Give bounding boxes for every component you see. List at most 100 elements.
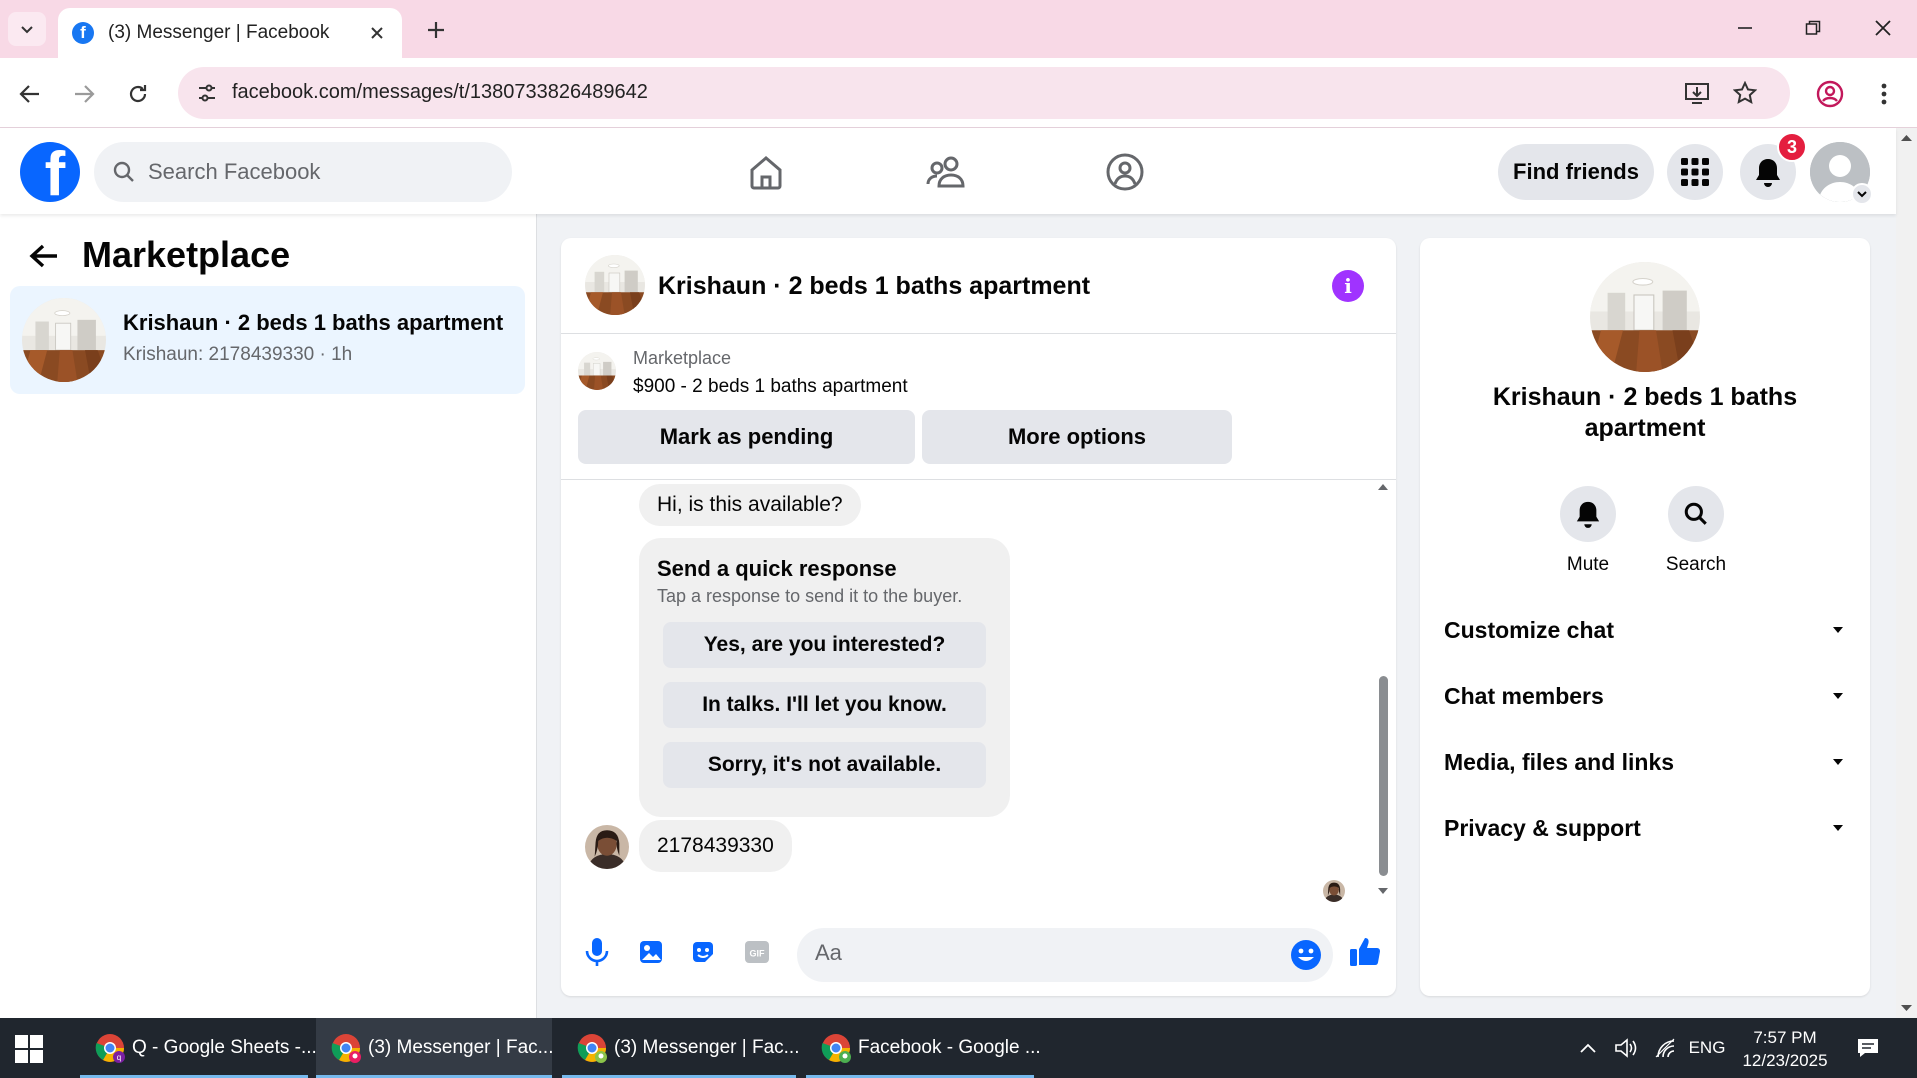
taskbar-item-label: (3) Messenger | Fac... [368,1037,554,1058]
conversation-snippet: Krishaun: 2178439330 · 1h [123,344,353,365]
page-scrollbar[interactable] [1896,128,1917,1018]
close-window-button[interactable] [1855,10,1911,46]
system-clock[interactable]: 7:57 PM 12/23/2025 [1730,1026,1840,1072]
url-text: facebook.com/messages/t/1380733826489642 [232,81,648,103]
message-bubble: Hi, is this available? [639,484,861,526]
address-bar[interactable]: facebook.com/messages/t/1380733826489642 [178,67,1790,119]
mute-button[interactable]: Mute [1548,486,1628,576]
quick-response-button[interactable]: Sorry, it's not available. [663,742,986,788]
bookmark-button[interactable] [1730,78,1760,108]
restore-button[interactable] [1785,10,1841,46]
browser-toolbar: facebook.com/messages/t/1380733826489642 [0,58,1917,128]
notification-center-icon[interactable] [1848,1018,1888,1078]
sender-avatar[interactable] [585,825,629,869]
scroll-up-arrow-icon[interactable] [1376,480,1390,494]
chat-title[interactable]: Krishaun · 2 beds 1 baths apartment [658,272,1090,301]
forward-button[interactable] [64,74,104,114]
browser-tabstrip: f (3) Messenger | Facebook [0,0,1917,58]
nav-home[interactable] [711,142,821,202]
section-label: Media, files and links [1444,748,1675,775]
install-app-button[interactable] [1682,78,1712,108]
chrome-profile-button[interactable] [1810,74,1850,114]
info-icon[interactable]: i [1332,270,1364,302]
svg-text:q: q [117,1053,121,1062]
quick-response-button[interactable]: Yes, are you interested? [663,622,986,668]
back-button[interactable] [10,74,50,114]
input-language[interactable]: ENG [1686,1018,1728,1078]
listing-description[interactable]: $900 - 2 beds 1 baths apartment [633,376,908,398]
sticker-icon[interactable] [685,934,721,970]
photo-icon[interactable] [633,934,669,970]
chrome-icon [330,1032,362,1064]
scroll-down-arrow-icon[interactable] [1376,884,1390,898]
message-list: Hi, is this available? Send a quick resp… [561,480,1396,910]
more-options-button[interactable]: More options [922,410,1232,464]
microphone-icon[interactable] [579,934,615,970]
bell-icon [1576,501,1600,528]
privacy-support-section[interactable]: Privacy & support [1444,801,1846,855]
tab-close-icon[interactable] [366,22,388,44]
chrome-menu-button[interactable] [1864,74,1904,114]
arrow-right-icon [75,85,95,103]
listing-label: Marketplace [633,348,732,368]
facebook-search-input[interactable] [148,159,488,185]
chat-panel: Krishaun · 2 beds 1 baths apartment i Ma… [561,238,1396,996]
reload-icon [129,85,147,103]
find-friends-button[interactable]: Find friends [1498,144,1654,200]
taskbar-item[interactable]: Facebook - Google ... [806,1018,1041,1078]
conversation-name: Krishaun · 2 beds 1 baths apartment [123,310,504,335]
account-chevron-down-icon[interactable] [1851,183,1873,205]
volume-icon[interactable] [1608,1018,1644,1078]
conversation-item[interactable]: Krishaun · 2 beds 1 baths apartment Kris… [10,286,525,394]
minimize-button[interactable] [1717,10,1773,46]
customize-chat-section[interactable]: Customize chat [1444,603,1846,657]
show-hidden-icons-chevron-up-icon[interactable] [1572,1018,1604,1078]
network-icon[interactable] [1648,1018,1684,1078]
message-bubble: 2178439330 [639,820,792,872]
thumbs-up-icon[interactable] [1345,932,1385,972]
site-info-icon[interactable] [192,78,222,108]
search-label: Search [1665,554,1727,575]
search-in-conversation-button[interactable]: Search [1656,486,1736,576]
facebook-logo-icon[interactable]: f [20,142,80,202]
mark-as-pending-button[interactable]: Mark as pending [578,410,915,464]
plus-icon [428,22,444,38]
scroll-down-arrow-icon[interactable] [1896,998,1917,1018]
windows-start-icon[interactable] [14,1034,44,1064]
listing-card: Marketplace $900 - 2 beds 1 baths apartm… [561,334,1396,480]
chrome-icon [576,1032,608,1064]
emoji-icon[interactable] [1289,938,1323,972]
tab-search-button[interactable] [8,12,46,46]
taskbar-item-active[interactable]: (3) Messenger | Fac... [316,1018,554,1078]
media-files-links-section[interactable]: Media, files and links [1444,735,1846,789]
install-icon [1685,83,1709,104]
taskbar-item[interactable]: (3) Messenger | Fac... [562,1018,800,1078]
chat-scrollbar[interactable] [1376,480,1390,910]
arrow-left-icon [29,244,57,268]
facebook-search[interactable] [94,142,512,202]
mute-label: Mute [1566,554,1610,575]
nav-groups[interactable] [1070,142,1180,202]
taskbar-item[interactable]: q Q - Google Sheets -... [80,1018,317,1078]
tab-title: (3) Messenger | Facebook [108,22,330,43]
groups-icon [1106,153,1144,191]
restore-icon [1805,20,1821,35]
back-button[interactable] [22,234,66,278]
new-tab-button[interactable] [420,14,452,46]
browser-tab-active[interactable]: f (3) Messenger | Facebook [58,8,402,58]
scrollbar-thumb[interactable] [1379,676,1388,876]
section-label: Chat members [1444,682,1604,709]
quick-response-button[interactable]: In talks. I'll let you know. [663,682,986,728]
conversation-avatar[interactable] [1590,262,1700,372]
section-label: Privacy & support [1444,814,1641,841]
gif-icon[interactable]: GIF [739,934,775,970]
chat-avatar[interactable] [585,255,645,315]
scroll-up-arrow-icon[interactable] [1896,128,1917,148]
chat-members-section[interactable]: Chat members [1444,669,1846,723]
reload-button[interactable] [118,74,158,114]
menu-button[interactable] [1667,144,1723,200]
nav-friends[interactable] [891,142,1001,202]
message-input[interactable] [815,940,1255,966]
taskbar-item-label: Q - Google Sheets -... [132,1037,317,1058]
message-input-container [797,928,1333,982]
